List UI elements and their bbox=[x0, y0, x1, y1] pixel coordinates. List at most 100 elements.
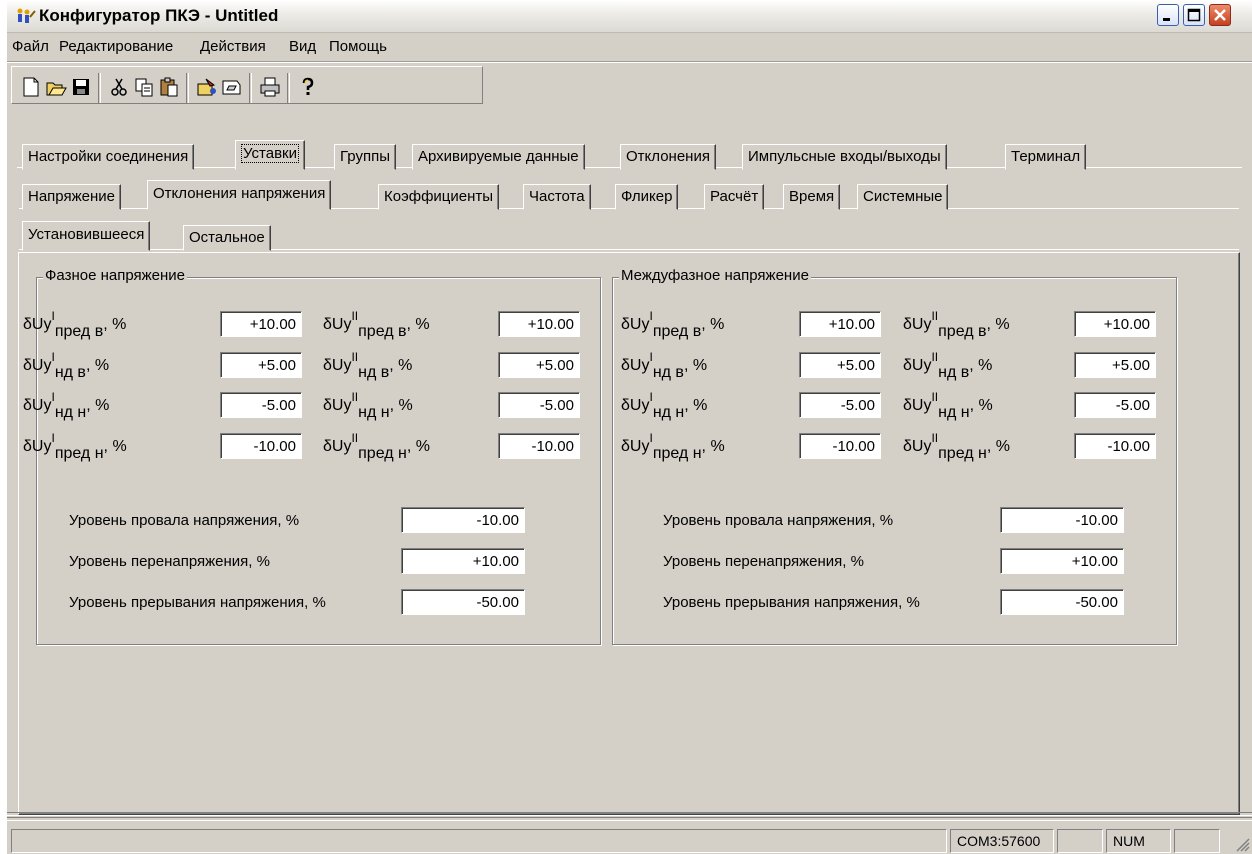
setpoint-field[interactable]: -5.00 bbox=[220, 392, 302, 418]
new-file-icon[interactable] bbox=[20, 76, 42, 98]
menu-actions[interactable]: Действия bbox=[200, 38, 266, 55]
level-field[interactable]: -50.00 bbox=[401, 589, 525, 615]
level-field[interactable]: -10.00 bbox=[1000, 507, 1124, 533]
label-sub: нд в bbox=[652, 364, 684, 381]
copy-icon[interactable] bbox=[133, 76, 155, 98]
setpoint-field[interactable]: -10.00 bbox=[498, 433, 580, 459]
label-prefix: δUy bbox=[621, 357, 650, 374]
toolbar-separator bbox=[249, 73, 252, 103]
deviation-label: δUyIнд в, % bbox=[621, 350, 707, 382]
label-prefix: δUy bbox=[903, 316, 932, 333]
level-label: Уровень прерывания напряжения, % bbox=[663, 594, 920, 611]
tab-groups[interactable]: Группы bbox=[334, 144, 396, 170]
deviation-label: δUyIнд в, % bbox=[23, 350, 109, 382]
tab-time[interactable]: Время bbox=[783, 184, 841, 210]
status-pane-scrl bbox=[1174, 829, 1220, 853]
tab-archived-data[interactable]: Архивируемые данные bbox=[412, 144, 585, 170]
setpoint-field[interactable]: +5.00 bbox=[1074, 352, 1156, 378]
setpoint-field[interactable]: -10.00 bbox=[220, 433, 302, 459]
tab-deviations[interactable]: Отклонения bbox=[620, 144, 716, 170]
label-unit: , % bbox=[103, 316, 127, 333]
deviation-label: δUyIIпред в, % bbox=[903, 309, 1010, 341]
deviation-label: δUyIпред н, % bbox=[23, 431, 127, 463]
level-field[interactable]: +10.00 bbox=[1000, 548, 1124, 574]
splitter[interactable] bbox=[7, 812, 1252, 816]
resize-grip-icon[interactable] bbox=[1234, 836, 1250, 852]
setpoint-field[interactable]: +10.00 bbox=[1074, 311, 1156, 337]
level-field[interactable]: +10.00 bbox=[401, 548, 525, 574]
deviation-label: δUyIнд н, % bbox=[23, 390, 109, 422]
label-sub: нд н bbox=[652, 404, 685, 421]
label-sub: пред в bbox=[938, 323, 987, 340]
level-field[interactable]: -10.00 bbox=[401, 507, 525, 533]
setpoint-field[interactable]: +10.00 bbox=[498, 311, 580, 337]
level-field[interactable]: -50.00 bbox=[1000, 589, 1124, 615]
menu-edit[interactable]: Редактирование bbox=[59, 38, 173, 55]
setpoint-field[interactable]: -5.00 bbox=[799, 392, 881, 418]
print-icon[interactable] bbox=[259, 76, 281, 98]
save-icon[interactable] bbox=[70, 76, 92, 98]
tab-coefficients[interactable]: Коэффициенты bbox=[378, 184, 500, 210]
deviation-label: δUyIпред в, % bbox=[621, 309, 724, 341]
menu-help[interactable]: Помощь bbox=[329, 38, 387, 55]
setpoint-field[interactable]: +5.00 bbox=[799, 352, 881, 378]
setpoint-field[interactable]: +10.00 bbox=[799, 311, 881, 337]
menu-bar: Файл Редактирование Действия Вид Помощь bbox=[7, 33, 1252, 62]
label-sub: нд в bbox=[358, 364, 390, 381]
tab-frequency[interactable]: Частота bbox=[523, 184, 591, 210]
maximize-button[interactable] bbox=[1183, 4, 1205, 26]
help-icon[interactable] bbox=[297, 76, 319, 98]
cut-icon[interactable] bbox=[108, 76, 130, 98]
setpoint-field[interactable]: -5.00 bbox=[1074, 392, 1156, 418]
menu-file[interactable]: Файл bbox=[12, 38, 49, 55]
label-sup: I bbox=[51, 350, 55, 364]
label-unit: , % bbox=[986, 438, 1010, 455]
label-unit: , % bbox=[969, 357, 993, 374]
setpoint-field[interactable]: +10.00 bbox=[220, 311, 302, 337]
maximize-icon bbox=[1187, 8, 1201, 22]
label-sup: II bbox=[351, 390, 359, 404]
label-unit: , % bbox=[969, 397, 993, 414]
tab-terminal[interactable]: Терминал bbox=[1005, 144, 1087, 170]
tab-system[interactable]: Системные bbox=[857, 184, 949, 210]
label-sub: пред в bbox=[652, 323, 702, 340]
menu-view[interactable]: Вид bbox=[289, 38, 316, 55]
tab-pulse-io[interactable]: Импульсные входы/выходы bbox=[742, 144, 947, 170]
label-unit: , % bbox=[85, 357, 110, 374]
setpoint-field[interactable]: +5.00 bbox=[220, 352, 302, 378]
status-port: COM3:57600 bbox=[950, 829, 1054, 853]
write-device-icon[interactable] bbox=[221, 76, 243, 98]
setpoint-field[interactable]: +5.00 bbox=[498, 352, 580, 378]
label-unit: , % bbox=[406, 438, 430, 455]
toolbar-separator bbox=[186, 73, 189, 103]
close-button[interactable] bbox=[1209, 4, 1231, 26]
minimize-button[interactable] bbox=[1157, 4, 1179, 26]
label-prefix: δUy bbox=[23, 438, 52, 455]
tab-voltage-deviations[interactable]: Отклонения напряжения bbox=[147, 180, 332, 210]
label-prefix: δUy bbox=[903, 397, 932, 414]
tab-setpoints[interactable]: Уставки bbox=[235, 140, 305, 170]
read-device-icon[interactable] bbox=[196, 76, 218, 98]
title-bar[interactable]: Конфигуратор ПКЭ - Untitled bbox=[7, 0, 1252, 33]
tab-connection-settings[interactable]: Настройки соединения bbox=[22, 144, 195, 170]
tab-flicker[interactable]: Фликер bbox=[615, 184, 679, 210]
label-unit: , % bbox=[986, 316, 1010, 333]
tab-voltage[interactable]: Напряжение bbox=[22, 184, 121, 210]
setpoint-field[interactable]: -10.00 bbox=[1074, 433, 1156, 459]
label-unit: , % bbox=[406, 316, 430, 333]
deviation-label: δUyIIпред в, % bbox=[323, 309, 430, 341]
setpoint-field[interactable]: -10.00 bbox=[799, 433, 881, 459]
label-sub: нд в bbox=[938, 364, 970, 381]
open-folder-icon[interactable] bbox=[45, 76, 67, 98]
label-unit: , % bbox=[684, 397, 708, 414]
label-prefix: δUy bbox=[621, 438, 650, 455]
label-prefix: δUy bbox=[23, 397, 52, 414]
label-unit: , % bbox=[389, 357, 413, 374]
tab-steady-state[interactable]: Установившееся bbox=[22, 221, 151, 251]
label-prefix: δUy bbox=[23, 316, 52, 333]
tab-calculation[interactable]: Расчёт bbox=[704, 184, 765, 210]
paste-icon[interactable] bbox=[158, 76, 180, 98]
level-label: Уровень провала напряжения, % bbox=[69, 512, 300, 529]
tab-other[interactable]: Остальное bbox=[183, 225, 271, 251]
setpoint-field[interactable]: -5.00 bbox=[498, 392, 580, 418]
